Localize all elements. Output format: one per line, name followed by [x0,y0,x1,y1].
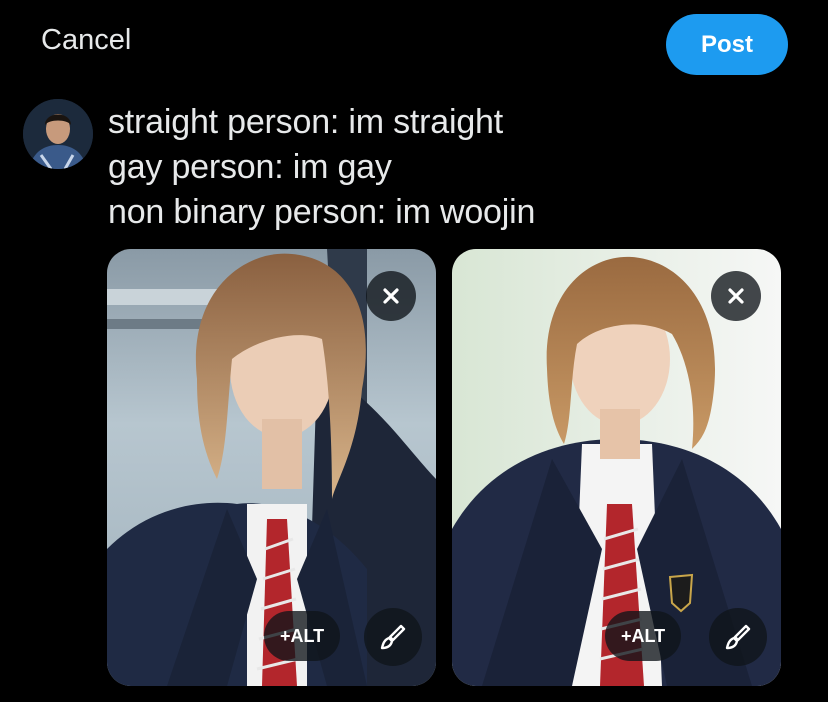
brush-icon [380,624,406,650]
brush-icon [725,624,751,650]
media-attachment-2[interactable]: +ALT [452,249,781,686]
add-alt-text-button[interactable]: +ALT [264,611,341,661]
edit-media-button[interactable] [364,608,422,666]
avatar[interactable] [23,99,93,169]
remove-media-button[interactable] [366,271,416,321]
tweet-text[interactable]: straight person: im straight gay person:… [108,100,535,235]
edit-media-button[interactable] [709,608,767,666]
close-icon [383,288,399,304]
remove-media-button[interactable] [711,271,761,321]
tweet-line: gay person: im gay [108,148,392,186]
close-icon [728,288,744,304]
media-attachment-1[interactable]: +ALT [107,249,436,686]
tweet-line: non binary person: im woojin [108,193,536,231]
avatar-image [23,99,93,169]
post-button[interactable]: Post [666,14,788,75]
compose-screen: Cancel Post straight person: im straight… [0,0,828,702]
tweet-line: straight person: im straight [108,103,504,141]
add-alt-text-button[interactable]: +ALT [605,611,682,661]
cancel-button[interactable]: Cancel [41,24,131,57]
